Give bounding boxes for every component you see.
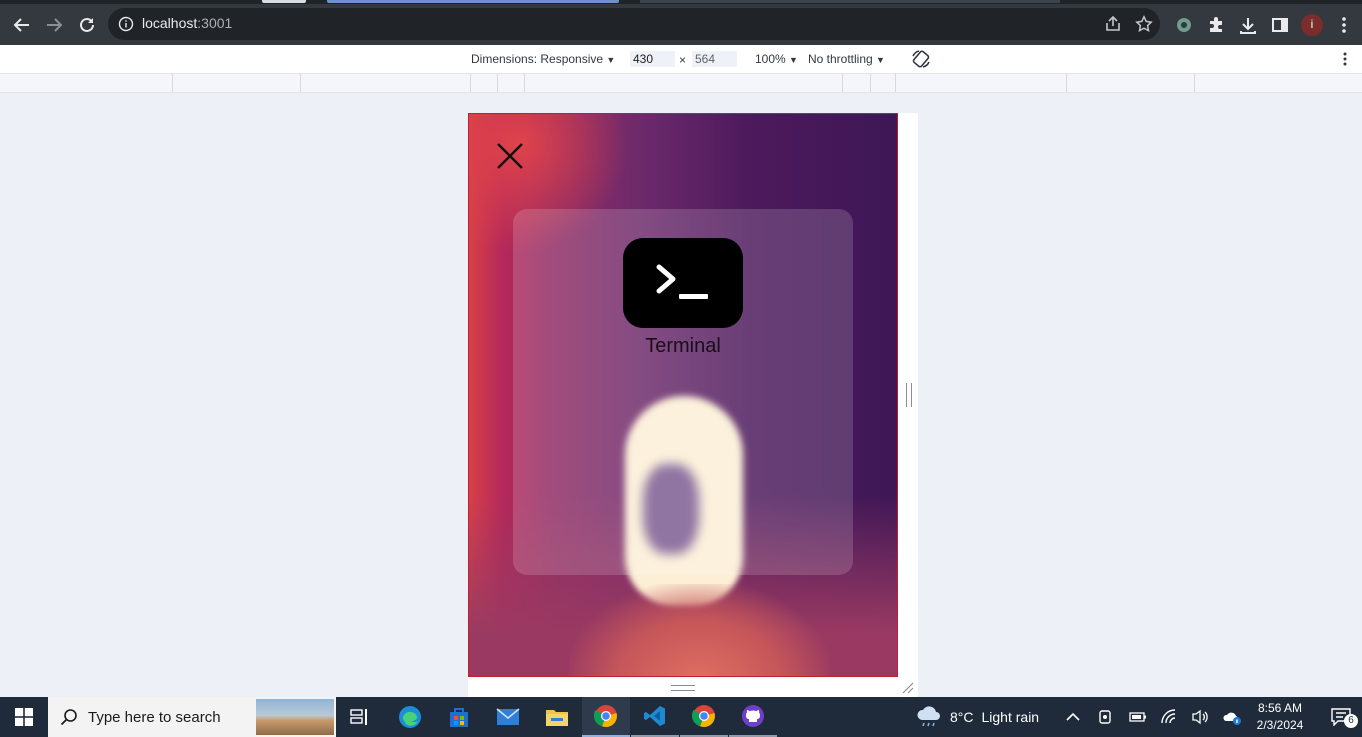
terminal-app-tile[interactable] bbox=[623, 238, 743, 328]
close-button[interactable] bbox=[495, 141, 525, 171]
meet-now-icon[interactable] bbox=[1095, 707, 1115, 727]
search-placeholder: Type here to search bbox=[88, 709, 221, 726]
show-hidden-icons-chevron-icon[interactable] bbox=[1063, 707, 1083, 727]
url-host: localhost bbox=[142, 15, 198, 31]
reload-button[interactable] bbox=[74, 12, 100, 38]
dropdown-arrow-icon: ▼ bbox=[789, 55, 798, 65]
tab-active[interactable] bbox=[327, 0, 619, 3]
file-explorer-taskbar-button[interactable] bbox=[533, 697, 581, 737]
back-button[interactable] bbox=[9, 12, 35, 38]
download-icon[interactable] bbox=[1237, 14, 1259, 36]
notification-center-button[interactable]: 6 bbox=[1320, 697, 1362, 737]
mail-taskbar-button[interactable] bbox=[484, 697, 532, 737]
mail-icon bbox=[496, 708, 520, 725]
chrome-taskbar-button-active[interactable] bbox=[582, 697, 630, 737]
app-launcher-card: Terminal bbox=[513, 209, 853, 575]
clock-time: 8:56 AM bbox=[1257, 701, 1303, 715]
tab[interactable] bbox=[262, 0, 306, 3]
width-input[interactable]: 430 bbox=[630, 51, 675, 67]
viewport-bottom-resize-handle[interactable] bbox=[468, 677, 918, 697]
chrome-icon bbox=[594, 705, 617, 728]
url-port: :3001 bbox=[197, 15, 233, 31]
extensions-puzzle-icon[interactable] bbox=[1205, 14, 1227, 36]
resize-corner-icon[interactable] bbox=[902, 682, 914, 694]
dimension-separator: × bbox=[679, 53, 687, 67]
device-toolbar: Dimensions: Responsive ▼ 430 × 564 100% … bbox=[0, 45, 1362, 74]
edge-taskbar-button[interactable] bbox=[386, 697, 434, 737]
rotate-icon[interactable] bbox=[910, 48, 932, 70]
browser-menu-icon[interactable] bbox=[1333, 14, 1355, 36]
weather-widget[interactable]: 8°C Light rain bbox=[916, 697, 1039, 737]
onedrive-icon[interactable] bbox=[1222, 707, 1242, 727]
back-arrow-icon bbox=[13, 18, 29, 32]
weather-temperature: 8°C bbox=[950, 709, 974, 725]
reload-icon bbox=[80, 17, 94, 32]
profile-initial: i bbox=[1310, 17, 1314, 31]
height-input[interactable]: 564 bbox=[692, 51, 737, 67]
throttling-dropdown[interactable]: No throttling ▼ bbox=[808, 52, 885, 66]
store-taskbar-button[interactable] bbox=[435, 697, 483, 737]
search-icon bbox=[60, 709, 77, 726]
side-panel-icon[interactable] bbox=[1269, 14, 1291, 36]
url-text: localhost:3001 bbox=[142, 15, 232, 31]
windows-logo-icon bbox=[15, 708, 33, 726]
edge-icon bbox=[399, 706, 421, 728]
forward-button[interactable] bbox=[41, 12, 67, 38]
address-bar[interactable]: localhost:3001 bbox=[108, 8, 1160, 40]
file-explorer-icon bbox=[546, 710, 568, 726]
clock-date: 2/3/2024 bbox=[1256, 718, 1304, 732]
viewport-right-resize-handle[interactable] bbox=[898, 113, 918, 677]
forward-arrow-icon bbox=[47, 18, 63, 32]
windows-taskbar: Type here to search 8°C Light rain 8:56 … bbox=[0, 697, 1362, 737]
weather-description: Light rain bbox=[981, 709, 1040, 725]
grip-icon bbox=[906, 383, 912, 407]
site-info-icon[interactable] bbox=[118, 16, 134, 37]
dropdown-arrow-icon: ▼ bbox=[876, 55, 885, 65]
rain-cloud-icon bbox=[917, 706, 940, 727]
zoom-dropdown[interactable]: 100% ▼ bbox=[755, 52, 798, 66]
wallpaper-rock bbox=[569, 584, 829, 676]
task-view-button[interactable] bbox=[336, 697, 384, 737]
battery-icon[interactable] bbox=[1128, 707, 1148, 727]
dimensions-dropdown[interactable]: Dimensions: Responsive ▼ bbox=[471, 52, 615, 66]
grip-icon bbox=[671, 685, 695, 691]
chrome-icon bbox=[692, 705, 715, 728]
notification-badge: 6 bbox=[1344, 714, 1358, 728]
store-icon bbox=[450, 708, 468, 727]
search-highlight-image bbox=[256, 699, 334, 735]
share-icon[interactable] bbox=[1102, 13, 1124, 35]
dropdown-arrow-icon: ▼ bbox=[606, 55, 616, 65]
volume-icon[interactable] bbox=[1190, 707, 1210, 727]
media-query-ruler bbox=[0, 74, 1362, 93]
github-desktop-taskbar-button[interactable] bbox=[729, 697, 777, 737]
terminal-app-label[interactable]: Terminal bbox=[513, 335, 853, 358]
device-toolbar-menu-icon[interactable] bbox=[1334, 48, 1356, 70]
bookmark-star-icon[interactable] bbox=[1133, 13, 1155, 35]
taskbar-search-box[interactable]: Type here to search bbox=[48, 697, 336, 737]
task-view-icon bbox=[350, 709, 367, 725]
zoom-label: 100% bbox=[755, 52, 786, 66]
throttling-label: No throttling bbox=[808, 52, 873, 66]
extension-gear-icon[interactable] bbox=[1173, 14, 1195, 36]
wifi-icon[interactable] bbox=[1160, 707, 1180, 727]
profile-avatar[interactable]: i bbox=[1301, 14, 1323, 36]
terminal-prompt-icon bbox=[656, 264, 708, 299]
vscode-taskbar-button[interactable] bbox=[631, 697, 679, 737]
chrome-taskbar-button[interactable] bbox=[680, 697, 728, 737]
close-icon bbox=[497, 143, 523, 169]
github-desktop-icon bbox=[742, 705, 764, 727]
vscode-icon bbox=[644, 706, 665, 726]
start-button[interactable] bbox=[0, 697, 48, 737]
browser-toolbar: localhost:3001 i bbox=[0, 4, 1362, 45]
tab[interactable] bbox=[640, 0, 1060, 3]
emulated-viewport: Terminal bbox=[468, 113, 898, 677]
dimensions-label: Dimensions: Responsive bbox=[471, 52, 604, 66]
system-clock[interactable]: 8:56 AM 2/3/2024 bbox=[1244, 700, 1316, 734]
